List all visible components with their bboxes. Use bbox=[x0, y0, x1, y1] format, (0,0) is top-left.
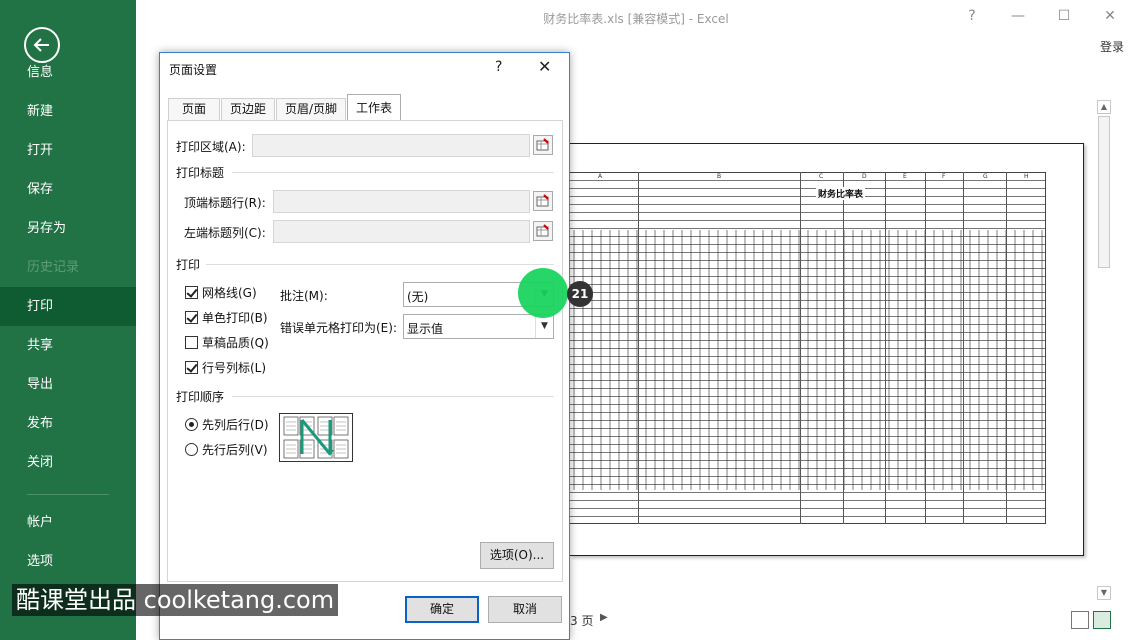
help-icon[interactable]: ? bbox=[962, 8, 982, 26]
nav-publish[interactable]: 发布 bbox=[0, 404, 136, 443]
nav-info[interactable]: 信息 bbox=[0, 53, 136, 92]
col-header-f: F bbox=[942, 173, 946, 180]
print-titles-group-label: 打印标题 bbox=[176, 166, 225, 180]
tab-margins[interactable]: 页边距 bbox=[221, 98, 275, 120]
title-bar: 财务比率表.xls [兼容模式] - Excel ? — ☐ ✕ bbox=[136, 0, 1136, 36]
nav-new[interactable]: 新建 bbox=[0, 92, 136, 131]
print-area-input[interactable] bbox=[252, 134, 530, 157]
gridlines-checkbox[interactable] bbox=[185, 286, 198, 299]
collapse-dialog-icon[interactable] bbox=[533, 135, 553, 155]
options-button[interactable]: 选项(O)... bbox=[480, 542, 554, 569]
collapse-dialog-icon[interactable] bbox=[533, 221, 553, 241]
tab-header-footer[interactable]: 页眉/页脚 bbox=[276, 98, 346, 120]
window-title: 财务比率表.xls [兼容模式] - Excel bbox=[543, 12, 729, 26]
down-then-over-label[interactable]: 先列后行(D) bbox=[202, 416, 269, 433]
sheet-title: 财务比率表 bbox=[816, 187, 866, 200]
grid-col-line bbox=[925, 172, 926, 524]
page-order-group-label: 打印顺序 bbox=[176, 390, 225, 404]
dialog-help-icon[interactable]: ? bbox=[495, 59, 502, 75]
page-setup-dialog: 页面设置 ? ✕ 页面 页边距 页眉/页脚 工作表 打印区域(A): 打印标题 … bbox=[159, 52, 570, 640]
tab-sheet[interactable]: 工作表 bbox=[347, 94, 401, 121]
grid-col-line bbox=[1006, 172, 1007, 524]
nav-save[interactable]: 保存 bbox=[0, 170, 136, 209]
preview-scrollbar[interactable]: ▲ ▼ bbox=[1097, 100, 1111, 600]
grid-col-line bbox=[843, 172, 844, 524]
maximize-button[interactable]: ☐ bbox=[1054, 8, 1074, 26]
nav-print[interactable]: 打印 bbox=[0, 287, 136, 326]
cols-to-repeat-label: 左端标题列(C): bbox=[184, 226, 266, 240]
tab-page[interactable]: 页面 bbox=[168, 98, 220, 120]
col-header-d: D bbox=[862, 173, 867, 180]
click-highlight bbox=[518, 268, 568, 318]
row-col-headings-checkbox[interactable] bbox=[185, 361, 198, 374]
page-count: 3 页 bbox=[570, 614, 594, 628]
print-area-label: 打印区域(A): bbox=[176, 140, 246, 154]
col-header-e: E bbox=[903, 173, 907, 180]
sidebar-divider bbox=[27, 494, 109, 495]
cols-to-repeat-input[interactable] bbox=[273, 220, 530, 243]
col-header-a: A bbox=[598, 173, 603, 180]
nav-save-as[interactable]: 另存为 bbox=[0, 209, 136, 248]
draft-quality-checkbox[interactable] bbox=[185, 336, 198, 349]
chevron-down-icon[interactable]: ▼ bbox=[535, 315, 553, 338]
row-col-headings-label[interactable]: 行号列标(L) bbox=[202, 359, 266, 376]
comments-label: 批注(M): bbox=[280, 289, 328, 303]
over-then-down-label[interactable]: 先行后列(V) bbox=[202, 441, 268, 458]
cell-errors-select[interactable]: 显示值 ▼ bbox=[403, 314, 554, 339]
grid-col-line bbox=[885, 172, 886, 524]
col-header-b: B bbox=[717, 173, 722, 180]
dialog-title: 页面设置 bbox=[169, 63, 218, 77]
grid-col-line bbox=[638, 172, 639, 524]
scroll-down-icon[interactable]: ▼ bbox=[1097, 586, 1111, 600]
grid-col-line bbox=[800, 172, 801, 524]
group-divider bbox=[232, 396, 554, 397]
down-then-over-radio[interactable] bbox=[185, 418, 198, 431]
rows-to-repeat-input[interactable] bbox=[273, 190, 530, 213]
black-white-label[interactable]: 单色打印(B) bbox=[202, 309, 268, 326]
close-window-button[interactable]: ✕ bbox=[1100, 8, 1120, 26]
minimize-button[interactable]: — bbox=[1008, 8, 1028, 26]
grid-col-line bbox=[963, 172, 964, 524]
show-margins-icon[interactable] bbox=[1071, 611, 1089, 629]
gridlines-label[interactable]: 网格线(G) bbox=[202, 284, 257, 301]
col-header-g: G bbox=[983, 173, 988, 180]
comments-value: (无) bbox=[407, 290, 429, 304]
nav-open[interactable]: 打开 bbox=[0, 131, 136, 170]
next-page-icon[interactable]: ▶ bbox=[600, 612, 608, 623]
watermark: 酷课堂出品 coolketang.com bbox=[12, 584, 339, 616]
page-order-preview-icon bbox=[279, 413, 353, 462]
black-white-checkbox[interactable] bbox=[185, 311, 198, 324]
cell-errors-value: 显示值 bbox=[407, 322, 444, 336]
print-group-label: 打印 bbox=[176, 258, 201, 272]
nav-options[interactable]: 选项 bbox=[0, 542, 136, 581]
step-number-badge: 21 bbox=[567, 281, 593, 307]
backstage-sidebar: 信息 新建 打开 保存 另存为 历史记录 打印 共享 导出 发布 关闭 帐户 选… bbox=[0, 0, 136, 640]
nav-history: 历史记录 bbox=[27, 260, 80, 275]
scroll-up-icon[interactable]: ▲ bbox=[1097, 100, 1111, 114]
nav-share[interactable]: 共享 bbox=[0, 326, 136, 365]
over-then-down-radio[interactable] bbox=[185, 443, 198, 456]
col-header-c: C bbox=[819, 173, 824, 180]
col-header-h: H bbox=[1024, 173, 1029, 180]
ok-button[interactable]: 确定 bbox=[405, 596, 479, 623]
group-divider bbox=[206, 264, 554, 265]
scroll-thumb[interactable] bbox=[1098, 116, 1110, 268]
cell-errors-label: 错误单元格打印为(E): bbox=[280, 321, 397, 335]
group-divider bbox=[232, 172, 554, 173]
rows-to-repeat-label: 顶端标题行(R): bbox=[184, 196, 266, 210]
preview-cell-content bbox=[570, 230, 1046, 490]
login-link[interactable]: 登录 bbox=[1100, 38, 1124, 55]
cancel-button[interactable]: 取消 bbox=[488, 596, 562, 623]
nav-close[interactable]: 关闭 bbox=[0, 443, 136, 482]
collapse-dialog-icon[interactable] bbox=[533, 191, 553, 211]
nav-export[interactable]: 导出 bbox=[0, 365, 136, 404]
dialog-close-icon[interactable]: ✕ bbox=[538, 57, 551, 76]
draft-quality-label[interactable]: 草稿品质(Q) bbox=[202, 334, 269, 351]
zoom-to-page-icon[interactable] bbox=[1093, 611, 1111, 629]
nav-account[interactable]: 帐户 bbox=[0, 503, 136, 542]
